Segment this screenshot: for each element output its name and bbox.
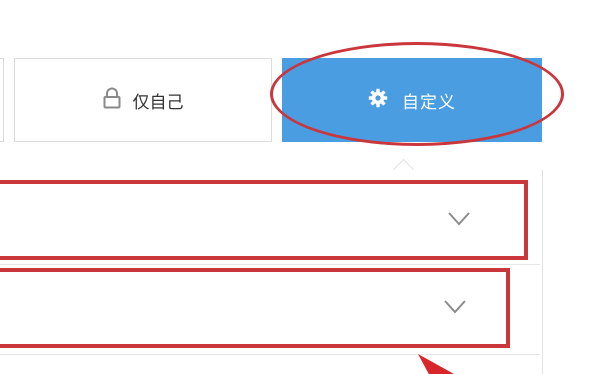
custom-select-2[interactable] (0, 268, 510, 348)
option-only-me-label: 仅自己 (132, 92, 184, 113)
panel-divider (0, 354, 540, 355)
lock-icon (103, 87, 121, 114)
gear-icon (368, 88, 388, 113)
custom-select-1[interactable] (0, 180, 528, 260)
option-card-partial[interactable] (0, 58, 4, 142)
chevron-down-icon (448, 212, 470, 226)
annotation-arrow-icon (418, 354, 454, 374)
chevron-down-icon (444, 300, 466, 314)
privacy-settings: 仅自己 自定义 (0, 0, 592, 374)
option-custom[interactable]: 自定义 (282, 58, 542, 142)
option-custom-label: 自定义 (402, 92, 456, 113)
panel-divider (0, 264, 540, 265)
option-only-me[interactable]: 仅自己 (14, 58, 272, 142)
